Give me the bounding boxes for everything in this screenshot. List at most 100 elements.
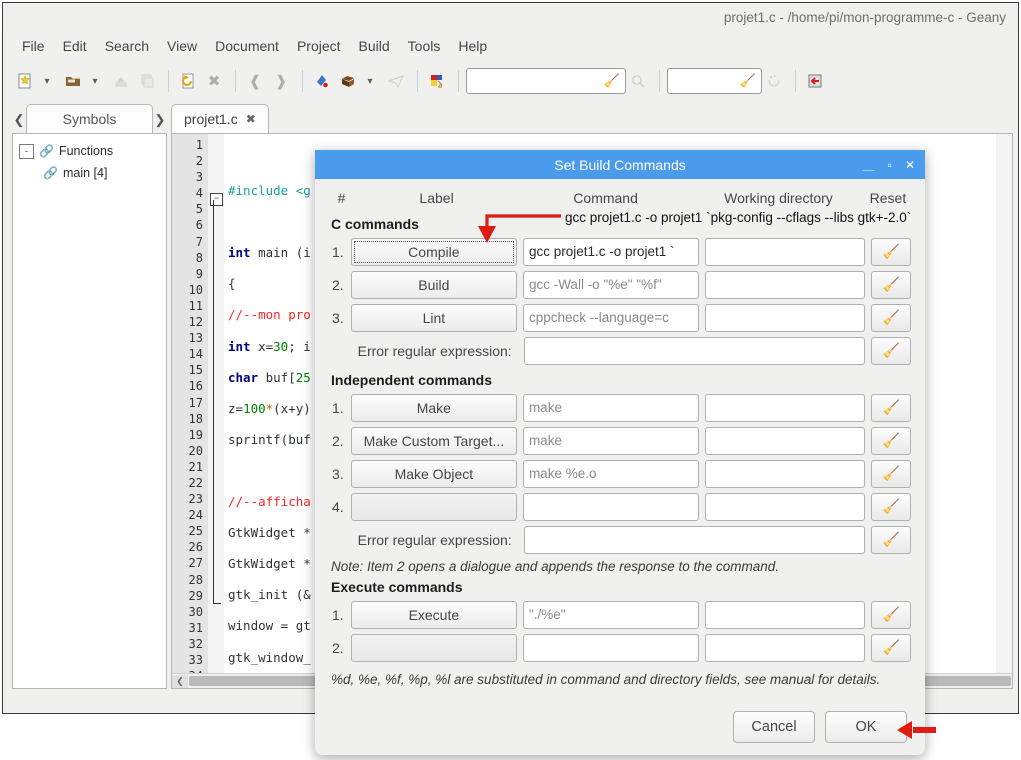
command-field-lint[interactable]: cppcheck --language=c (522, 303, 700, 332)
new-document-icon[interactable] (13, 69, 37, 93)
menu-help[interactable]: Help (449, 36, 496, 56)
build-row: 1. Make make 🧹 (329, 391, 911, 424)
reset-button-make-custom-target[interactable]: 🧹 (871, 426, 911, 455)
jump-to-icon[interactable] (762, 69, 786, 93)
label-button-make-custom-target[interactable]: Make Custom Target... (350, 426, 517, 455)
label-button-compile[interactable]: Compile (350, 237, 517, 266)
command-field-execute-2[interactable] (522, 633, 700, 662)
reset-button-make[interactable]: 🧹 (871, 393, 911, 422)
menubar: File Edit Search View Document Project B… (3, 31, 1018, 61)
open-folder-icon[interactable] (61, 69, 85, 93)
annotation-command-callout: gcc projet1.c -o projet1 `pkg-config --c… (565, 210, 912, 225)
color-chooser-icon[interactable] (425, 69, 449, 93)
workdir-field-execute-2[interactable] (705, 633, 866, 662)
scroll-left-chevron-left-icon[interactable]: ❮ (172, 674, 188, 688)
chain-icon: 🔗 (39, 144, 54, 158)
sidebar-tab-symbols[interactable]: Symbols (26, 104, 153, 133)
label-button-make[interactable]: Make (350, 393, 517, 422)
reset-button-make-object[interactable]: 🧹 (871, 459, 911, 488)
toolbar: ▾ ▾ ✖ ❰ ❱ ▾ 🧹 🧹 (3, 61, 1018, 101)
menu-view[interactable]: View (158, 36, 206, 56)
label-button-make-object[interactable]: Make Object (350, 459, 517, 488)
build-row: 4. 🧹 (329, 490, 911, 523)
open-dropdown-chevron-down-icon[interactable]: ▾ (87, 69, 103, 93)
label-button-build[interactable]: Build (350, 270, 517, 299)
broom-icon[interactable]: 🧹 (740, 73, 756, 89)
label-button-execute-2[interactable] (350, 633, 517, 662)
maximize-icon[interactable]: ▫ (888, 158, 892, 172)
workdir-field-independent-4[interactable] (705, 492, 866, 521)
reset-button-execute[interactable]: 🧹 (871, 600, 911, 629)
broom-icon[interactable]: 🧹 (604, 73, 620, 89)
revert-icon[interactable] (176, 69, 200, 93)
command-field-execute[interactable]: "./%e" (522, 600, 700, 629)
independent-note: Note: Item 2 opens a dialogue and append… (331, 559, 780, 574)
command-field-compile[interactable]: gcc projet1.c -o projet1 ` (522, 237, 700, 266)
reset-button-error-regex-independent[interactable]: 🧹 (871, 525, 911, 554)
run-paper-plane-icon (384, 69, 408, 93)
error-regex-label: Error regular expression: (357, 531, 512, 548)
command-field-independent-4[interactable] (522, 492, 700, 521)
menu-document[interactable]: Document (206, 36, 288, 56)
close-icon[interactable]: ✖ (246, 112, 256, 126)
broom-icon: 🧹 (882, 465, 900, 481)
editor-tab-projet1-c[interactable]: projet1.c ✖ (171, 104, 269, 133)
close-icon[interactable]: ✕ (905, 158, 915, 172)
cancel-button[interactable]: Cancel (733, 711, 815, 743)
expander-icon[interactable]: - (19, 143, 34, 159)
tree-item-functions[interactable]: - 🔗 Functions (17, 140, 162, 162)
command-field-make[interactable]: make (522, 393, 700, 422)
menu-tools[interactable]: Tools (399, 36, 450, 56)
workdir-field-lint[interactable] (705, 303, 866, 332)
fold-block-indicator (213, 200, 221, 604)
editor-vertical-scrollbar[interactable] (996, 134, 1012, 674)
workdir-field-make[interactable] (705, 393, 866, 422)
label-button-lint[interactable]: Lint (350, 303, 517, 332)
menu-search[interactable]: Search (96, 36, 158, 56)
error-regex-label: Error regular expression: (357, 342, 512, 359)
search-input[interactable]: 🧹 (466, 68, 626, 94)
ok-button[interactable]: OK (825, 711, 907, 743)
window-titlebar: projet1.c - /home/pi/mon-programme-c - G… (3, 3, 1018, 31)
screen: projet1.c - /home/pi/mon-programme-c - G… (0, 0, 1021, 760)
workdir-field-build[interactable] (705, 270, 866, 299)
reset-button-build[interactable]: 🧹 (871, 270, 911, 299)
toolbar-separator (168, 70, 169, 92)
reset-button-independent-4[interactable]: 🧹 (871, 492, 911, 521)
goto-line-input[interactable]: 🧹 (667, 68, 762, 94)
new-dropdown-chevron-down-icon[interactable]: ▾ (39, 69, 55, 93)
tree-item-main[interactable]: 🔗 main [4] (17, 162, 162, 184)
reset-button-execute-2[interactable]: 🧹 (871, 633, 911, 662)
minimize-icon[interactable]: ＿ (863, 156, 875, 173)
sidebar-scroll-left-chevron-left-icon[interactable]: ❮ (12, 107, 26, 133)
reset-button-error-regex-c[interactable]: 🧹 (871, 336, 911, 365)
reset-button-compile[interactable]: 🧹 (871, 237, 911, 266)
workdir-field-compile[interactable] (705, 237, 866, 266)
build-dropdown-chevron-down-icon[interactable]: ▾ (362, 69, 378, 93)
workdir-field-make-custom-target[interactable] (705, 426, 866, 455)
menu-build[interactable]: Build (350, 36, 399, 56)
menu-file[interactable]: File (13, 36, 54, 56)
broom-icon: 🧹 (882, 498, 900, 514)
error-regex-row-independent: Error regular expression: 🧹 (329, 523, 911, 556)
build-brick-icon[interactable] (336, 69, 360, 93)
workdir-field-execute[interactable] (705, 600, 866, 629)
reset-button-lint[interactable]: 🧹 (871, 303, 911, 332)
quit-icon[interactable] (803, 69, 827, 93)
error-regex-field-c[interactable] (523, 336, 866, 365)
command-field-make-custom-target[interactable]: make (522, 426, 700, 455)
label-button-independent-4[interactable] (350, 492, 517, 521)
broom-icon: 🧹 (882, 399, 900, 415)
error-regex-field-independent[interactable] (523, 525, 866, 554)
compile-icon[interactable] (310, 69, 334, 93)
menu-edit[interactable]: Edit (54, 36, 96, 56)
close-icon[interactable]: ✖ (202, 69, 226, 93)
sidebar-scroll-right-chevron-right-icon[interactable]: ❯ (153, 107, 167, 133)
menu-project[interactable]: Project (288, 36, 350, 56)
workdir-field-make-object[interactable] (705, 459, 866, 488)
label-button-execute[interactable]: Execute (350, 600, 517, 629)
command-field-make-object[interactable]: make %e.o (522, 459, 700, 488)
search-icon[interactable] (626, 69, 650, 93)
sidebar-tabstrip: ❮ Symbols ❯ (12, 103, 167, 133)
command-field-build[interactable]: gcc -Wall -o "%e" "%f" (522, 270, 700, 299)
